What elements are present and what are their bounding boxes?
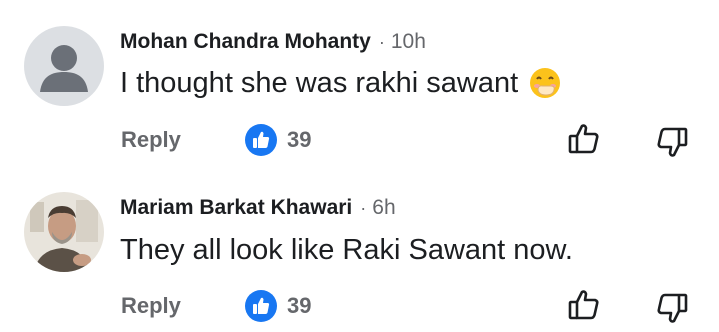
- like-count: 39: [287, 127, 312, 152]
- thumbs-up-icon[interactable]: [566, 287, 602, 323]
- avatar[interactable]: [24, 26, 104, 106]
- profile-photo-icon: [24, 192, 104, 272]
- separator: ·: [360, 198, 367, 218]
- thumbs-up-icon[interactable]: [566, 121, 602, 157]
- reaction-summary[interactable]: 39: [245, 290, 311, 322]
- comment: Mohan Chandra Mohanty · 10h I thought sh…: [0, 0, 719, 166]
- like-count: 39: [287, 293, 312, 318]
- comment-text: I thought she was rakhi sawant: [120, 66, 519, 99]
- reply-button[interactable]: Reply: [121, 293, 181, 319]
- avatar[interactable]: [24, 192, 104, 272]
- author-name[interactable]: Mariam Barkat Khawari: [120, 196, 352, 220]
- reaction-summary[interactable]: 39: [245, 124, 311, 156]
- author-name[interactable]: Mohan Chandra Mohanty: [120, 30, 371, 54]
- comment-body: I thought she was rakhi sawant: [120, 66, 562, 100]
- comment: Mariam Barkat Khawari · 6h They all look…: [0, 166, 719, 332]
- reply-button[interactable]: Reply: [121, 127, 181, 153]
- timestamp[interactable]: 10h: [391, 30, 426, 54]
- thumbs-down-icon[interactable]: [654, 290, 690, 326]
- default-avatar-icon: [24, 26, 104, 106]
- comment-header: Mohan Chandra Mohanty · 10h: [120, 30, 426, 54]
- separator: ·: [378, 32, 385, 52]
- timestamp[interactable]: 6h: [372, 196, 395, 220]
- face-with-hand-over-mouth-icon: [528, 66, 562, 100]
- comment-header: Mariam Barkat Khawari · 6h: [120, 196, 396, 220]
- thumbs-up-reaction-icon: [245, 124, 277, 156]
- thumbs-down-icon[interactable]: [654, 124, 690, 160]
- comment-body: They all look like Raki Sawant now.: [120, 234, 573, 267]
- comment-text: They all look like Raki Sawant now.: [120, 234, 573, 266]
- thumbs-up-reaction-icon: [245, 290, 277, 322]
